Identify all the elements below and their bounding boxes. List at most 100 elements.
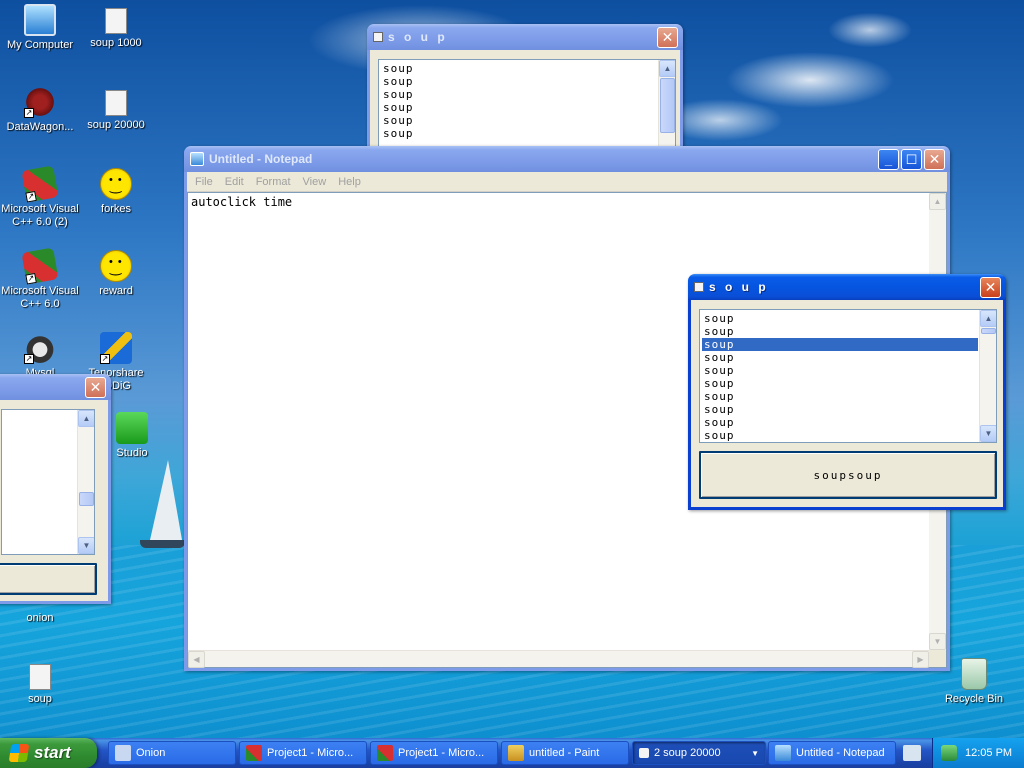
- notepad-titlebar[interactable]: Untitled - Notepad _ ☐ ✕: [184, 146, 950, 172]
- visual-cpp-icon: [377, 745, 393, 761]
- desktop-icon-soup-20000[interactable]: soup 20000: [76, 86, 156, 132]
- taskbar-item-label: 2 soup 20000: [654, 747, 721, 759]
- visual-cpp-icon: [246, 745, 262, 761]
- taskbar-item-soup-group[interactable]: 2 soup 20000 ▼: [632, 741, 766, 765]
- list-item-selected[interactable]: soup: [702, 338, 978, 351]
- onion-window-titlebar[interactable]: ✕: [0, 374, 111, 400]
- taskbar: start Onion Project1 - Micro... Project1…: [0, 738, 1024, 768]
- close-button[interactable]: ✕: [85, 377, 106, 398]
- chevron-down-icon: ▼: [751, 748, 759, 758]
- network-icon[interactable]: [941, 745, 957, 761]
- list-item[interactable]: soup: [381, 114, 657, 127]
- menu-help[interactable]: Help: [332, 176, 367, 188]
- shortcut-arrow-icon: ↗: [25, 272, 37, 285]
- close-button[interactable]: ✕: [657, 27, 678, 48]
- clock[interactable]: 12:05 PM: [965, 747, 1012, 759]
- desktop-icon-datawagon[interactable]: ↗ DataWagon...: [0, 86, 80, 134]
- start-label: start: [34, 743, 71, 762]
- close-button[interactable]: ✕: [924, 149, 945, 170]
- taskbar-item-paint[interactable]: untitled - Paint: [501, 741, 629, 765]
- scroll-down-arrow-icon[interactable]: ▼: [929, 633, 946, 650]
- desktop-icon-onion[interactable]: onion: [0, 612, 80, 625]
- scroll-down-arrow-icon[interactable]: ▼: [980, 425, 996, 442]
- desktop-icon-reward[interactable]: reward: [76, 250, 156, 298]
- studio-icon: [116, 412, 148, 444]
- desktop-icon-my-computer[interactable]: My Computer: [0, 4, 80, 52]
- menu-edit[interactable]: Edit: [219, 176, 250, 188]
- minimize-button[interactable]: _: [878, 149, 899, 170]
- file-icon: [105, 90, 127, 116]
- recycle-bin-icon: [961, 658, 987, 690]
- soup-listbox-front[interactable]: soup soup soup soup soup soup soup soup …: [699, 309, 997, 443]
- desktop-icon-mysql[interactable]: ↗ Mysql: [0, 332, 80, 380]
- soup-window-back[interactable]: s o u p ✕ soup soup soup soup soup soup …: [367, 24, 683, 159]
- vertical-scrollbar[interactable]: ▲: [658, 60, 675, 158]
- list-item[interactable]: soup: [381, 62, 657, 75]
- scroll-up-arrow-icon[interactable]: ▲: [78, 410, 94, 427]
- list-item[interactable]: soup: [702, 325, 978, 338]
- onion-listbox[interactable]: ▲ ▼: [1, 409, 95, 555]
- desktop-icon-label: DataWagon...: [6, 121, 74, 133]
- list-item[interactable]: soup: [702, 351, 978, 364]
- desktop-icon-label: Microsoft Visual C++ 6.0: [1, 285, 79, 310]
- start-button[interactable]: start: [0, 738, 97, 768]
- scroll-up-arrow-icon[interactable]: ▲: [929, 193, 946, 210]
- onion-action-button[interactable]: [0, 563, 97, 595]
- scroll-up-arrow-icon[interactable]: ▲: [659, 60, 675, 77]
- list-item[interactable]: soup: [702, 377, 978, 390]
- vertical-scrollbar[interactable]: ▲ ▼: [77, 410, 94, 554]
- list-item[interactable]: soup: [702, 403, 978, 416]
- desktop-icon-soup[interactable]: soup: [0, 660, 80, 706]
- scroll-thumb[interactable]: [660, 78, 675, 133]
- soup-window-front[interactable]: s o u p ✕ soup soup soup soup soup soup …: [688, 274, 1006, 510]
- desktop-icon-label: Recycle Bin: [944, 693, 1004, 705]
- desktop-icon-label: soup 1000: [90, 37, 142, 49]
- soup-window-back-titlebar[interactable]: s o u p ✕: [367, 24, 683, 50]
- keyboard-icon[interactable]: [903, 745, 921, 761]
- list-item[interactable]: soup: [702, 390, 978, 403]
- horizontal-scrollbar[interactable]: ◀ ▶: [188, 650, 929, 668]
- vertical-scrollbar[interactable]: ▲ ▼: [979, 310, 996, 442]
- taskbar-item-project1-a[interactable]: Project1 - Micro...: [239, 741, 367, 765]
- desktop-icon-visual-cpp-2[interactable]: ↗ Microsoft Visual C++ 6.0 (2): [0, 165, 80, 229]
- soup-window-front-client: soup soup soup soup soup soup soup soup …: [691, 300, 1003, 507]
- desktop-icon-forkes[interactable]: forkes: [76, 168, 156, 216]
- computer-icon: [24, 4, 56, 36]
- scroll-up-arrow-icon[interactable]: ▲: [980, 310, 996, 327]
- taskbar-item-onion[interactable]: Onion: [108, 741, 236, 765]
- menu-format[interactable]: Format: [250, 176, 297, 188]
- soup-listbox-back[interactable]: soup soup soup soup soup soup ▲: [378, 59, 676, 159]
- taskbar-item-project1-b[interactable]: Project1 - Micro...: [370, 741, 498, 765]
- desktop-icon-visual-cpp[interactable]: ↗ Microsoft Visual C++ 6.0: [0, 247, 80, 311]
- taskbar-item-notepad[interactable]: Untitled - Notepad: [768, 741, 896, 765]
- maximize-button[interactable]: ☐: [901, 149, 922, 170]
- close-button[interactable]: ✕: [980, 277, 1001, 298]
- taskbar-item-label: Project1 - Micro...: [398, 747, 485, 759]
- list-item[interactable]: soup: [381, 101, 657, 114]
- desktop-icon-label: soup 20000: [87, 119, 145, 131]
- soupsoup-button[interactable]: soupsoup: [699, 451, 997, 499]
- list-item[interactable]: soup: [702, 429, 978, 442]
- onion-app-icon: [115, 745, 131, 761]
- list-item[interactable]: soup: [702, 364, 978, 377]
- scroll-thumb[interactable]: [79, 492, 94, 506]
- scroll-thumb[interactable]: [981, 328, 996, 334]
- list-item[interactable]: soup: [381, 75, 657, 88]
- datawagon-icon: ↗: [24, 86, 56, 118]
- list-item[interactable]: soup: [381, 88, 657, 101]
- scroll-right-arrow-icon[interactable]: ▶: [912, 651, 929, 668]
- menu-file[interactable]: File: [189, 176, 219, 188]
- list-item[interactable]: soup: [381, 127, 657, 140]
- list-item[interactable]: soup: [702, 312, 978, 325]
- scroll-down-arrow-icon[interactable]: ▼: [78, 537, 94, 554]
- scroll-left-arrow-icon[interactable]: ◀: [188, 651, 205, 668]
- desktop-icon-soup-1000[interactable]: soup 1000: [76, 4, 156, 50]
- soup-window-front-titlebar[interactable]: s o u p ✕: [688, 274, 1006, 300]
- onion-window[interactable]: ✕ ▲ ▼: [0, 374, 111, 604]
- window-title: s o u p: [388, 30, 448, 44]
- taskbar-item-label: Untitled - Notepad: [796, 747, 885, 759]
- menu-view[interactable]: View: [297, 176, 333, 188]
- size-grip[interactable]: [929, 650, 946, 667]
- taskbar-item-label: Project1 - Micro...: [267, 747, 354, 759]
- list-item[interactable]: soup: [702, 416, 978, 429]
